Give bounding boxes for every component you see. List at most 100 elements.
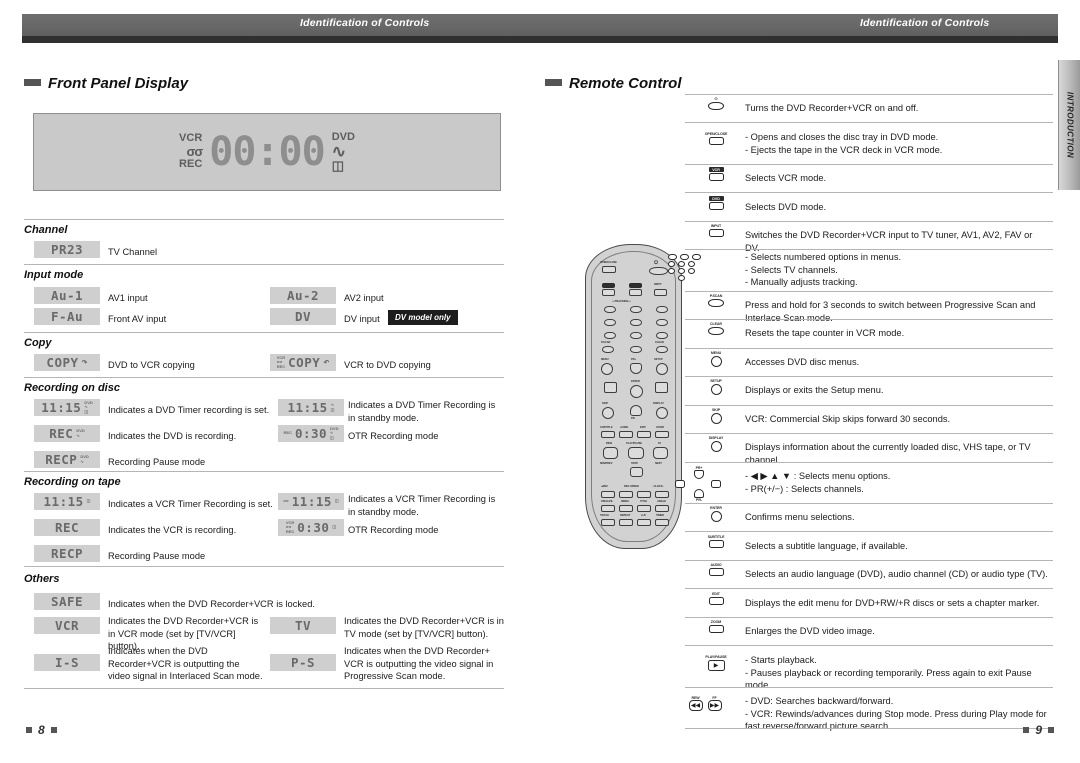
remote-btn-dvd: [629, 283, 642, 288]
icon-glyph: [708, 540, 724, 548]
remote-label-finalize: FINALIZE: [601, 500, 613, 503]
remote-function-description: Selects a subtitle language, if availabl…: [745, 540, 1049, 553]
remote-function-description: - Opens and closes the disc tray in DVD …: [745, 131, 1049, 156]
right-arrow-icon: [711, 480, 721, 488]
remote-label-input: INPUT: [654, 283, 662, 286]
remote-btn-7: [604, 332, 616, 339]
remote-btn-repeat: [619, 519, 633, 526]
chip-description: OTR Recording mode: [348, 525, 439, 535]
remote-label-clear: CLEAR: [655, 341, 664, 344]
description-line: Press and hold for 3 seconds to switch b…: [745, 300, 1036, 323]
divider: [685, 588, 1053, 589]
icon-caption: SETUP: [710, 379, 722, 383]
group-title-others: Others: [24, 573, 60, 585]
remote-label-zoom: ZOOM: [656, 426, 664, 429]
icon-glyph: [710, 384, 722, 395]
icon-glyph: [678, 261, 685, 267]
remote-btn-index: [619, 505, 633, 512]
remote-function-description: Turns the DVD Recorder+VCR on and off.: [745, 102, 1049, 115]
lcd-chip: 11:15 ∿ ◫: [278, 399, 344, 416]
remote-btn-down: [630, 405, 642, 416]
remote-function-description: Enlarges the DVD video image.: [745, 625, 1049, 638]
remote-btn-rec-speed: [619, 491, 633, 498]
page-title-front-panel-display: Front Panel Display: [24, 75, 188, 92]
chip-micro-labels: ∿ ◫: [330, 401, 335, 412]
remote-label-tracking2: TRACK: [600, 514, 609, 517]
icon-caption: VCR: [708, 167, 724, 172]
number-buttons: [668, 254, 730, 288]
lcd-chip: TV: [270, 617, 336, 634]
remote-btn-open-close: [602, 266, 616, 273]
group-title-input-mode: Input mode: [24, 269, 84, 281]
remote-btn-audio: [619, 431, 633, 438]
remote-label-subtitle: SUBTITLE: [600, 426, 613, 429]
remote-btn-edit: [637, 431, 651, 438]
divider: [685, 645, 1053, 646]
remote-label-angle: ANGLE: [657, 500, 666, 503]
dvd-button: DVD: [693, 196, 739, 220]
remote-btn-tracking: [601, 519, 615, 526]
chip-micro-labels: DVD ∿: [76, 427, 85, 438]
description-line: Enlarges the DVD video image.: [745, 626, 875, 636]
description-line: - Manually adjusts tracking.: [745, 277, 858, 288]
divider: [685, 405, 1053, 406]
remote-btn-setup: [656, 363, 668, 375]
remote-function-description: Displays or exits the Setup menu.: [745, 384, 1049, 397]
lcd-chip: P-S: [270, 654, 336, 671]
icon-glyph: [678, 275, 685, 281]
icon-glyph: [708, 597, 724, 605]
up-arrow-icon: [694, 470, 704, 479]
description-line: Selects a subtitle language, if availabl…: [745, 541, 908, 551]
remote-btn-play-pause: [628, 447, 644, 459]
icon-caption: PR-: [696, 498, 702, 502]
description-line: - Opens and closes the disc tray in DVD …: [745, 132, 939, 142]
lcd-chip: SAFE: [34, 593, 100, 610]
group-title-recording-on-tape: Recording on tape: [24, 476, 121, 488]
icon-caption: SUBTITLE: [707, 535, 725, 539]
remote-btn-6: [656, 319, 668, 326]
remote-btn-ab: [637, 519, 651, 526]
remote-body: OPEN/CLOSE ⏻ INPUT •••TRACKING••• P.SCAN…: [591, 251, 676, 542]
page-number-right: 9: [1023, 723, 1054, 737]
remote-btn-finalize: [601, 505, 615, 512]
remote-btn-rew: [603, 447, 618, 459]
divider: [24, 566, 504, 567]
icon-caption: SKIP: [712, 408, 720, 412]
chip-micro-labels: ◫: [334, 498, 339, 504]
description-line: Displays or exits the Setup menu.: [745, 385, 884, 395]
icon-caption: PLAY/PAUSE: [705, 655, 727, 659]
divider: [24, 377, 504, 378]
chip-description: Indicates the DVD is recording.: [108, 431, 237, 441]
chip-description: Indicates a VCR Timer Recording is set.: [108, 499, 273, 509]
icon-caption: OPEN/CLOSE: [704, 132, 728, 136]
page-marker-icon: [1023, 727, 1030, 733]
icon-glyph: [710, 413, 722, 424]
remote-label-ff: FF: [658, 442, 662, 445]
divider: [685, 560, 1053, 561]
divider: [24, 264, 504, 265]
right-page: Remote Control OPEN/CLOSE ⏻ INPUT •••TRA…: [540, 0, 1080, 763]
divider: [24, 332, 504, 333]
remote-btn-dvd-key: [629, 289, 642, 296]
description-line: Selects VCR mode.: [745, 173, 827, 183]
remote-label-pr-minus: PR-: [631, 417, 636, 420]
page-marker-icon: [1048, 727, 1054, 733]
remote-label-open-close: OPEN/CLOSE: [600, 261, 617, 264]
chip-micro-labels: VCR σσ REC: [285, 519, 295, 534]
remote-label-stop: STOP: [631, 462, 638, 465]
icon-caption: DVD: [708, 196, 724, 201]
remote-function-description: - Selects numbered options in menus. - Se…: [745, 251, 1049, 289]
icon-glyph: [710, 356, 722, 367]
icon-glyph: [708, 137, 724, 145]
fast-forward-icon: ▶▶: [707, 700, 722, 711]
play-pause-button: PLAY/PAUSE ▶: [693, 655, 739, 679]
icon-glyph: [708, 229, 724, 237]
remote-btn-vcr: [602, 283, 615, 288]
remote-label-tracking: •••TRACKING•••: [612, 300, 631, 303]
fp-label-rec: REC: [179, 158, 203, 171]
lcd-chip: Au-2: [270, 287, 336, 304]
remote-label-ab: A-B: [641, 514, 646, 517]
copy-direction-icon: ↷: [81, 356, 88, 368]
lcd-chip: VCR σσ REC 0:30 ◫: [278, 519, 344, 536]
icon-caption: MENU: [710, 351, 722, 355]
